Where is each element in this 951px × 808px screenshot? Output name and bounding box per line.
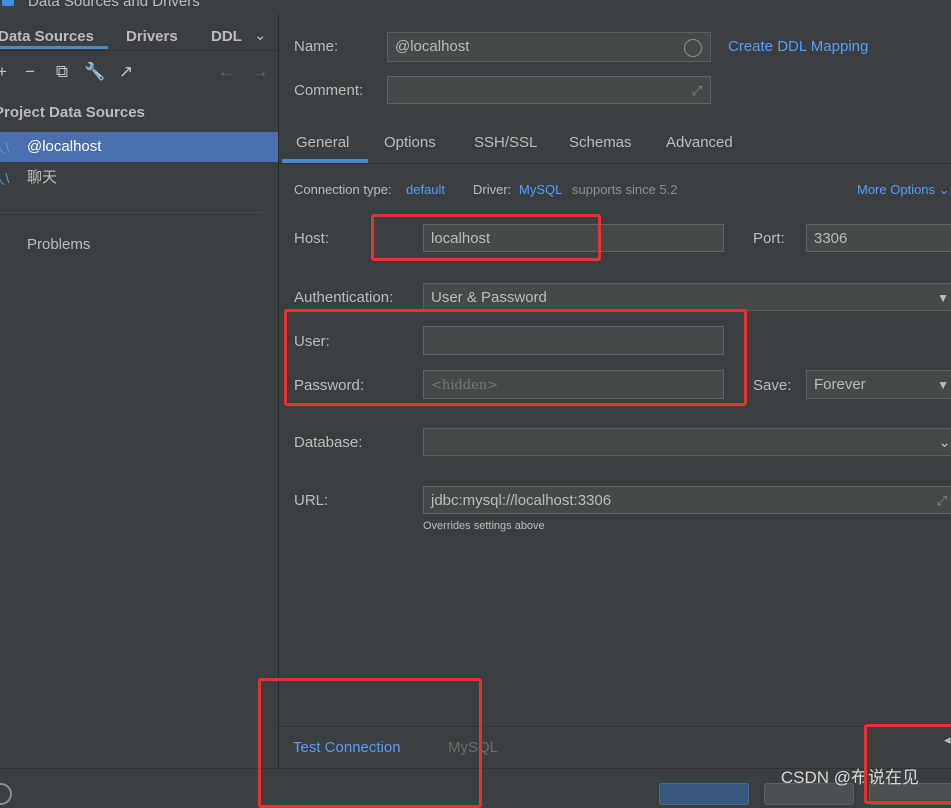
tab-general[interactable]: General (296, 134, 349, 151)
authentication-select[interactable]: User & Password ▼ (423, 283, 951, 311)
back-arrow-icon[interactable]: ← (216, 62, 236, 82)
dropdown-arrow-icon: ▼ (937, 378, 949, 392)
save-select[interactable]: Forever ▼ (806, 370, 951, 399)
mysql-datasource-icon: ◟\ (0, 170, 10, 186)
more-options-link[interactable]: More Options ⌄ (857, 182, 950, 198)
expand-icon[interactable]: ⤢ (937, 487, 947, 513)
app-icon (2, 0, 14, 6)
url-input-value: jdbc:mysql://localhost:3306 (431, 492, 612, 509)
remove-icon[interactable]: − (20, 62, 40, 82)
highlight-box-test-connection (258, 678, 482, 808)
url-label: URL: (294, 492, 329, 509)
name-label: Name: (294, 38, 339, 55)
connection-type-link[interactable]: default (406, 182, 445, 197)
comment-input[interactable]: ⤢ (387, 76, 711, 104)
tree-item-label: 聊天 (27, 169, 58, 186)
chevron-down-icon[interactable]: ⌄ (254, 26, 267, 44)
driver-note: supports since 5.2 (572, 182, 678, 197)
expand-icon[interactable]: ⤢ (692, 77, 702, 103)
authentication-label: Authentication: (294, 289, 394, 306)
duplicate-icon[interactable]: ⧉ (52, 62, 72, 82)
highlight-box-credentials (284, 309, 747, 406)
driver-label: Driver: (473, 182, 512, 197)
connection-type-label: Connection type: (294, 182, 392, 197)
mysql-datasource-icon: ◟\ (0, 139, 10, 155)
url-input[interactable]: jdbc:mysql://localhost:3306 ⤢ (423, 486, 951, 514)
wrench-icon[interactable]: 🔧 (84, 62, 105, 82)
dropdown-arrow-icon: ▼ (937, 291, 949, 305)
add-icon[interactable]: + (0, 62, 12, 82)
highlight-box-host (371, 214, 601, 261)
color-circle-icon[interactable] (684, 39, 702, 57)
comment-label: Comment: (294, 82, 364, 99)
active-tab-indicator (0, 46, 108, 49)
tab-ssh-ssl[interactable]: SSH/SSL (474, 134, 537, 151)
save-select-value: Forever (814, 376, 866, 393)
name-input[interactable]: @localhost (387, 32, 711, 62)
window-title: Data Sources and Drivers (28, 0, 200, 10)
host-label: Host: (294, 230, 330, 247)
left-pane (0, 14, 279, 793)
forward-arrow-icon[interactable]: → (250, 62, 270, 82)
authentication-select-value: User & Password (431, 289, 547, 306)
problems-item[interactable]: Problems (27, 236, 90, 253)
tree-item-localhost[interactable]: ◟\ @localhost (0, 132, 278, 162)
chevron-down-icon: ⌄ (938, 434, 951, 451)
more-options-label: More Options (857, 182, 936, 197)
tab-drivers[interactable]: Drivers (126, 28, 178, 45)
tab-options[interactable]: Options (384, 134, 436, 151)
tab-ddl[interactable]: DDL (211, 28, 242, 45)
divider (0, 212, 262, 213)
title-bar: Data Sources and Drivers (0, 0, 951, 14)
create-ddl-mapping-link[interactable]: Create DDL Mapping (728, 38, 868, 55)
port-label: Port: (753, 230, 785, 247)
tree-section-header: Project Data Sources (0, 104, 145, 121)
save-label: Save: (753, 377, 792, 394)
jump-to-icon[interactable]: ↗ (116, 62, 136, 82)
driver-link[interactable]: MySQL (519, 182, 562, 197)
tab-data-sources[interactable]: Data Sources (0, 28, 94, 45)
ok-button[interactable] (659, 783, 749, 805)
highlight-box-apply (864, 724, 951, 804)
tab-advanced[interactable]: Advanced (666, 134, 733, 151)
name-input-value: @localhost (395, 38, 470, 55)
database-select[interactable]: ⌄ (423, 428, 951, 456)
tree-item-label: @localhost (27, 138, 102, 155)
url-note: Overrides settings above (423, 520, 545, 532)
port-input-value: 3306 (814, 230, 848, 247)
tree-item-chat[interactable]: ◟\ 聊天 (0, 163, 278, 193)
divider (279, 163, 951, 164)
database-label: Database: (294, 434, 363, 451)
port-input[interactable]: 3306 (806, 224, 951, 252)
tab-schemas[interactable]: Schemas (569, 134, 632, 151)
